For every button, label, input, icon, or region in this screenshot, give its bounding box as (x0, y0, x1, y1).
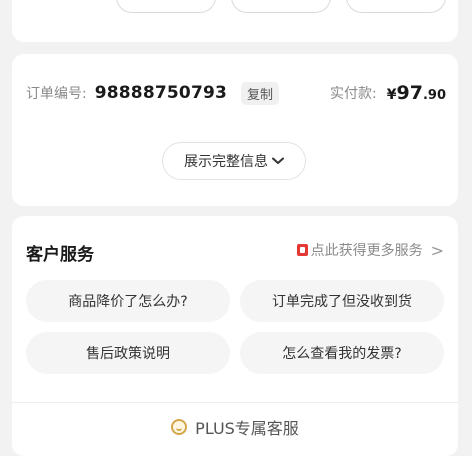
customer-service-title: 客户服务 (26, 245, 94, 265)
top-action-button-3[interactable] (346, 0, 446, 13)
smiley-badge-icon (171, 419, 188, 435)
paid-amount: ¥97.90 (387, 82, 446, 104)
expand-details-button[interactable]: 展示完整信息 (162, 142, 306, 180)
question-button[interactable]: 售后政策说明 (26, 332, 230, 374)
expand-details-label: 展示完整信息 (184, 154, 268, 170)
plus-service-button[interactable]: PLUS专属客服 (12, 414, 458, 440)
copy-button[interactable]: 复制 (241, 81, 280, 105)
question-button[interactable]: 订单完成了但没收到货 (240, 280, 444, 322)
top-action-button-1[interactable] (116, 0, 216, 13)
question-button[interactable]: 怎么查看我的发票? (240, 332, 444, 374)
more-services-label: 点此获得更多服务 (310, 243, 423, 259)
price-integer: 97 (396, 82, 423, 104)
order-number-label: 订单编号: (26, 86, 87, 102)
order-row: 订单编号: 98888750793 复制 实付款: ¥97.90 (26, 80, 446, 106)
plus-service-label: PLUS专属客服 (195, 419, 299, 438)
chevron-down-icon (272, 157, 284, 164)
question-button[interactable]: 商品降价了怎么办? (26, 280, 230, 322)
top-action-button-2[interactable] (231, 0, 331, 13)
chevron-right-icon: > (430, 240, 444, 260)
order-number: 98888750793 (94, 83, 228, 103)
divider (12, 402, 458, 403)
red-flag-icon (296, 244, 308, 256)
top-actions-card (12, 0, 458, 42)
price-decimal: .90 (422, 88, 446, 103)
customer-service-card: 客户服务 点此获得更多服务 > 商品降价了怎么办? 订单完成了但没收到货 售后政… (12, 216, 458, 456)
paid-label: 实付款: (330, 86, 377, 102)
order-info-card: 订单编号: 98888750793 复制 实付款: ¥97.90 展示完整信息 (12, 54, 458, 206)
more-services-link[interactable]: 点此获得更多服务 > (296, 240, 444, 260)
price-symbol: ¥ (386, 87, 397, 103)
